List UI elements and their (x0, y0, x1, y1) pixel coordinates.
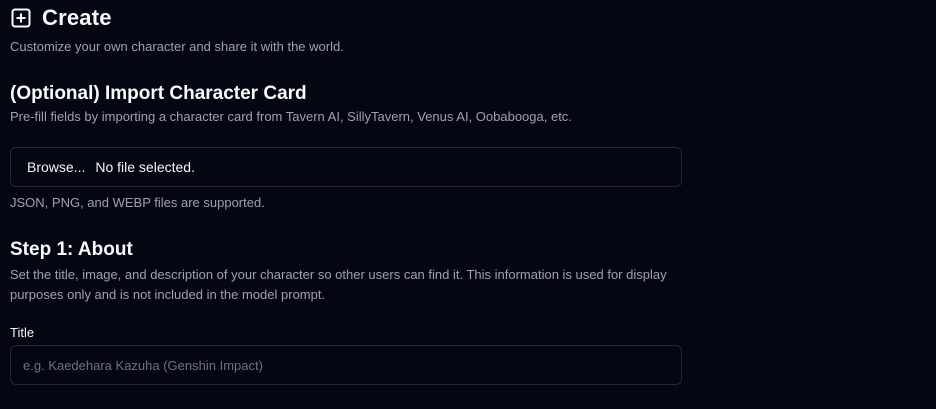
create-page: Create Customize your own character and … (0, 5, 936, 409)
plus-square-icon (10, 7, 32, 29)
step1-heading: Step 1: About (10, 239, 133, 260)
title-label: Title (10, 325, 35, 340)
page-header: Create (10, 5, 936, 31)
page-subtitle: Customize your own character and share i… (10, 39, 344, 54)
step1-description: Set the title, image, and description of… (10, 267, 667, 302)
browse-button[interactable]: Browse... (27, 159, 85, 175)
file-type-hint: JSON, PNG, and WEBP files are supported. (10, 195, 265, 210)
title-input[interactable] (10, 345, 682, 385)
import-card-heading: (Optional) Import Character Card (10, 83, 307, 104)
import-card-description: Pre-fill fields by importing a character… (10, 109, 572, 124)
page-title: Create (42, 5, 112, 30)
file-status-text: No file selected. (95, 159, 195, 175)
character-card-file-input[interactable]: Browse... No file selected. (10, 147, 682, 187)
